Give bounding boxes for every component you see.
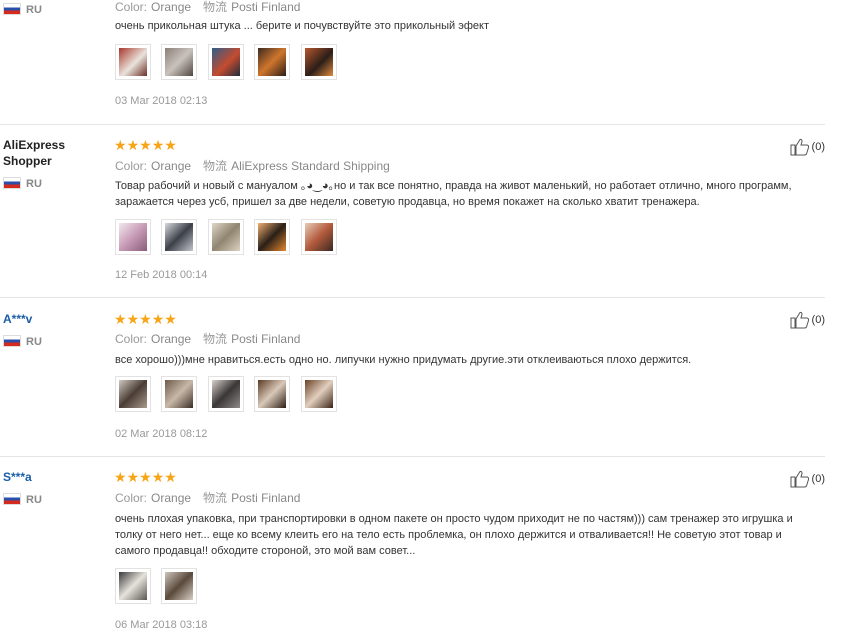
russia-flag-icon	[3, 3, 21, 15]
star-icon: ★	[164, 469, 177, 485]
star-icon: ★	[114, 469, 127, 485]
review-photos	[115, 219, 343, 257]
star-rating: ★★★★★	[114, 469, 177, 485]
review-photo-thumb[interactable]	[300, 376, 337, 412]
review-photo-thumb[interactable]	[300, 44, 337, 80]
review-item: RU Color: Orange 物流 Posti Finland очень при…	[0, 0, 825, 124]
order-info: Color: Orange 物流 AliExpress Standard Shippi…	[115, 157, 390, 174]
review-photos	[115, 376, 343, 414]
reviewer-name[interactable]: S***a	[3, 469, 32, 485]
helpful-count: (0)	[811, 314, 825, 326]
review-photo-thumb[interactable]	[207, 219, 244, 255]
shipping-value: Posti Finland	[231, 0, 301, 14]
star-icon: ★	[139, 137, 152, 153]
shipping-value: AliExpress Standard Shipping	[231, 159, 390, 173]
shipping-value: Posti Finland	[231, 491, 301, 505]
review-photo-thumb[interactable]	[161, 568, 198, 604]
review-photo-thumb[interactable]	[300, 219, 337, 255]
star-rating: ★★★★★	[114, 137, 177, 153]
review-photo-thumb[interactable]	[207, 376, 244, 412]
shipping-label: 物流	[203, 491, 228, 505]
review-text: очень прикольная штука ... берите и почу…	[115, 20, 489, 32]
thumbs-up-icon[interactable]	[790, 311, 810, 329]
color-label: Color:	[115, 159, 148, 173]
helpful-count: (0)	[811, 141, 825, 153]
review-photo-thumb[interactable]	[161, 44, 198, 80]
review-date: 12 Feb 2018 00:14	[115, 269, 208, 281]
review-photo-thumb[interactable]	[254, 376, 291, 412]
order-info: Color: Orange 物流 Posti Finland	[115, 330, 300, 347]
helpful-vote[interactable]: (0)	[790, 138, 825, 156]
star-rating: ★★★★★	[114, 311, 177, 327]
reviewer-country: RU	[3, 3, 42, 16]
star-icon: ★	[151, 469, 165, 485]
star-icon: ★	[126, 469, 140, 485]
star-icon: ★	[164, 137, 177, 153]
review-photo-thumb[interactable]	[115, 376, 151, 412]
review-date: 06 Mar 2018 03:18	[115, 619, 208, 631]
helpful-vote[interactable]: (0)	[790, 470, 825, 488]
shipping-label: 物流	[203, 332, 228, 346]
russia-flag-icon	[3, 177, 21, 189]
color-label: Color:	[115, 332, 148, 346]
reviewer-country: RU	[3, 177, 42, 190]
review-photo-thumb[interactable]	[115, 219, 151, 255]
reviewer-name[interactable]: A***v	[3, 311, 32, 327]
color-label: Color:	[115, 0, 148, 14]
star-icon: ★	[139, 469, 152, 485]
color-value: Orange	[151, 159, 192, 173]
color-value: Orange	[151, 491, 192, 505]
star-icon: ★	[164, 311, 177, 327]
review-photo-thumb[interactable]	[254, 219, 291, 255]
review-photo-thumb[interactable]	[115, 568, 151, 604]
review-item: S***a RU ★★★★★ Color: Orange 物流 Posti Finla…	[0, 457, 825, 642]
star-icon: ★	[139, 311, 152, 327]
review-photo-thumb[interactable]	[115, 44, 151, 80]
review-text: все хорошо)))мне нравиться.есть одно но.…	[115, 354, 692, 366]
thumbs-up-icon[interactable]	[790, 470, 810, 488]
review-item: A***v RU ★★★★★ Color: Orange 物流 Posti Finla…	[0, 298, 825, 456]
review-photo-thumb[interactable]	[207, 44, 244, 80]
color-value: Orange	[151, 332, 192, 346]
review-date: 03 Mar 2018 02:13	[115, 95, 208, 107]
review-text: Товар рабочий и новый с мануалом ｡◕‿◕｡но…	[115, 180, 792, 208]
star-icon: ★	[126, 311, 140, 327]
reviewer-name: AliExpress Shopper	[3, 138, 66, 168]
shipping-value: Posti Finland	[231, 332, 301, 346]
review-photos	[115, 568, 203, 606]
review-item: AliExpress Shopper RU ★★★★★ Color: Orange…	[0, 125, 825, 297]
star-icon: ★	[151, 311, 165, 327]
thumbs-up-icon[interactable]	[790, 138, 810, 156]
russia-flag-icon	[3, 493, 21, 505]
star-icon: ★	[126, 137, 140, 153]
russia-flag-icon	[3, 335, 21, 347]
reviewer-country: RU	[3, 335, 42, 348]
helpful-vote[interactable]: (0)	[790, 311, 825, 329]
color-value: Orange	[151, 0, 192, 14]
review-text: очень плохая упаковка, при транспортиров…	[115, 513, 793, 557]
review-photo-thumb[interactable]	[161, 219, 198, 255]
star-icon: ★	[114, 311, 127, 327]
order-info: Color: Orange 物流 Posti Finland	[115, 0, 300, 15]
review-photo-thumb[interactable]	[254, 44, 291, 80]
shipping-label: 物流	[203, 159, 228, 173]
reviewer-country: RU	[3, 493, 42, 506]
star-icon: ★	[114, 137, 127, 153]
color-label: Color:	[115, 491, 148, 505]
helpful-count: (0)	[811, 473, 825, 485]
review-photo-thumb[interactable]	[161, 376, 198, 412]
review-photos	[115, 44, 343, 82]
star-icon: ★	[151, 137, 165, 153]
order-info: Color: Orange 物流 Posti Finland	[115, 489, 300, 506]
shipping-label: 物流	[203, 0, 228, 14]
review-date: 02 Mar 2018 08:12	[115, 428, 208, 440]
